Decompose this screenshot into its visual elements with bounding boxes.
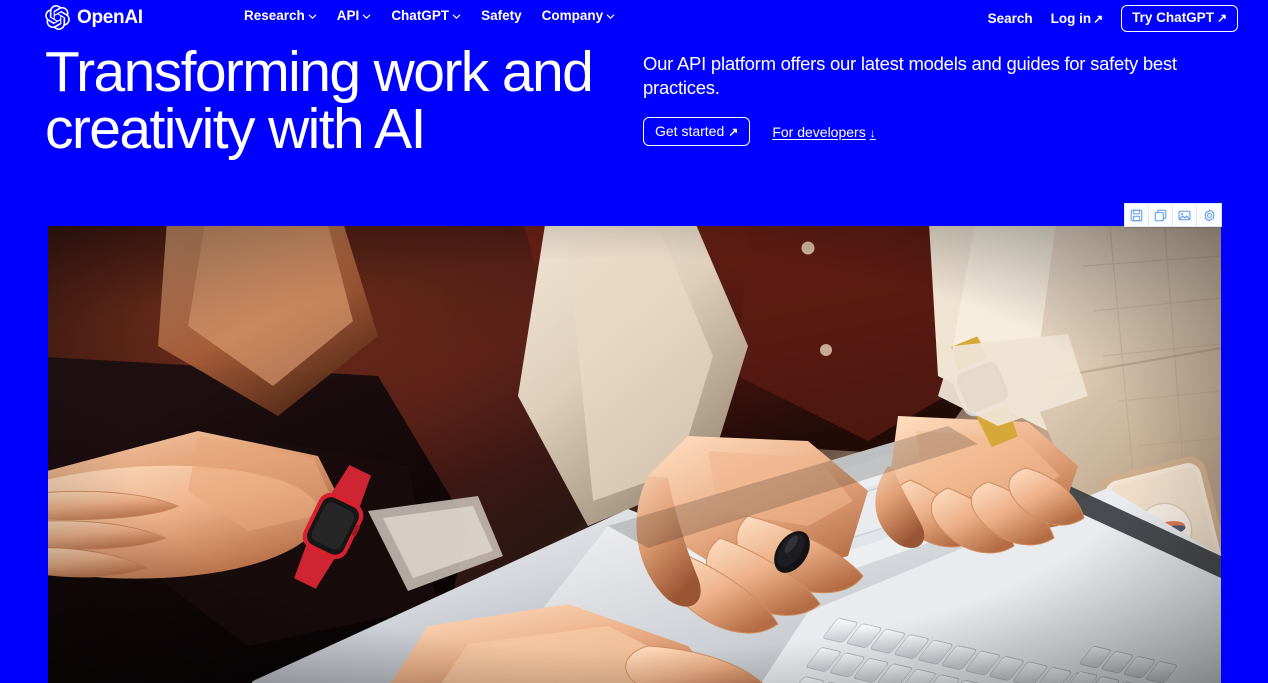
floating-image-toolbar [1124, 203, 1222, 227]
try-chatgpt-label: Try ChatGPT [1132, 10, 1214, 25]
arrow-up-right-icon: ↗ [1093, 11, 1104, 26]
nav-item-chatgpt-label: ChatGPT [391, 8, 450, 23]
arrow-up-right-icon: ↗ [1216, 11, 1227, 25]
openai-homepage: OpenAI Research API ChatGPT Safety Compa… [0, 0, 1268, 683]
login-label: Log in [1050, 10, 1092, 26]
nav-item-research-label: Research [244, 8, 305, 23]
hero-actions: Get started ↗ For developers ↓ [643, 117, 1218, 147]
nav-item-api[interactable]: API [337, 9, 372, 23]
search-button[interactable]: Search [987, 10, 1033, 26]
get-started-label: Get started [655, 123, 725, 140]
gear-icon[interactable] [1197, 204, 1221, 226]
brand-logo-link[interactable]: OpenAI [45, 4, 143, 30]
get-started-button[interactable]: Get started ↗ [643, 117, 751, 147]
hero-right-column: Our API platform offers our latest model… [643, 52, 1218, 147]
for-developers-label: For developers [772, 123, 866, 140]
page-title-line-2: creativity with AI [45, 97, 426, 161]
nav-links: Research API ChatGPT Safety Company [244, 9, 615, 23]
for-developers-link[interactable]: For developers ↓ [772, 124, 875, 140]
brand-name: OpenAI [77, 6, 143, 28]
nav-item-api-label: API [336, 8, 360, 23]
page-title: Transforming work and creativity with AI [45, 44, 635, 158]
nav-right-group: Search Log in ↗ Try ChatGPT ↗ [988, 5, 1238, 32]
nav-item-company[interactable]: Company [542, 9, 616, 23]
nav-item-safety-label: Safety [481, 8, 522, 23]
page-title-line-1: Transforming work and [45, 40, 594, 104]
arrow-down-icon: ↓ [869, 125, 876, 140]
chevron-down-icon [308, 12, 317, 21]
chevron-down-icon [452, 12, 461, 21]
save-icon[interactable] [1125, 204, 1149, 226]
login-link[interactable]: Log in ↗ [1050, 10, 1104, 26]
nav-item-research[interactable]: Research [244, 9, 317, 23]
hero-image [48, 226, 1221, 683]
search-label: Search [987, 10, 1033, 26]
chevron-down-icon [362, 12, 371, 21]
try-chatgpt-button[interactable]: Try ChatGPT ↗ [1121, 5, 1238, 32]
copy-icon[interactable] [1149, 204, 1173, 226]
hero-description: Our API platform offers our latest model… [643, 53, 1177, 99]
image-icon[interactable] [1173, 204, 1197, 226]
nav-item-safety[interactable]: Safety [481, 9, 522, 23]
chevron-down-icon [606, 12, 615, 21]
openai-blossom-logo-icon [45, 4, 70, 30]
nav-item-company-label: Company [541, 8, 604, 23]
nav-item-chatgpt[interactable]: ChatGPT [391, 9, 461, 23]
arrow-up-right-icon: ↗ [728, 125, 739, 140]
main-navigation: OpenAI Research API ChatGPT Safety Compa… [0, 0, 1268, 34]
